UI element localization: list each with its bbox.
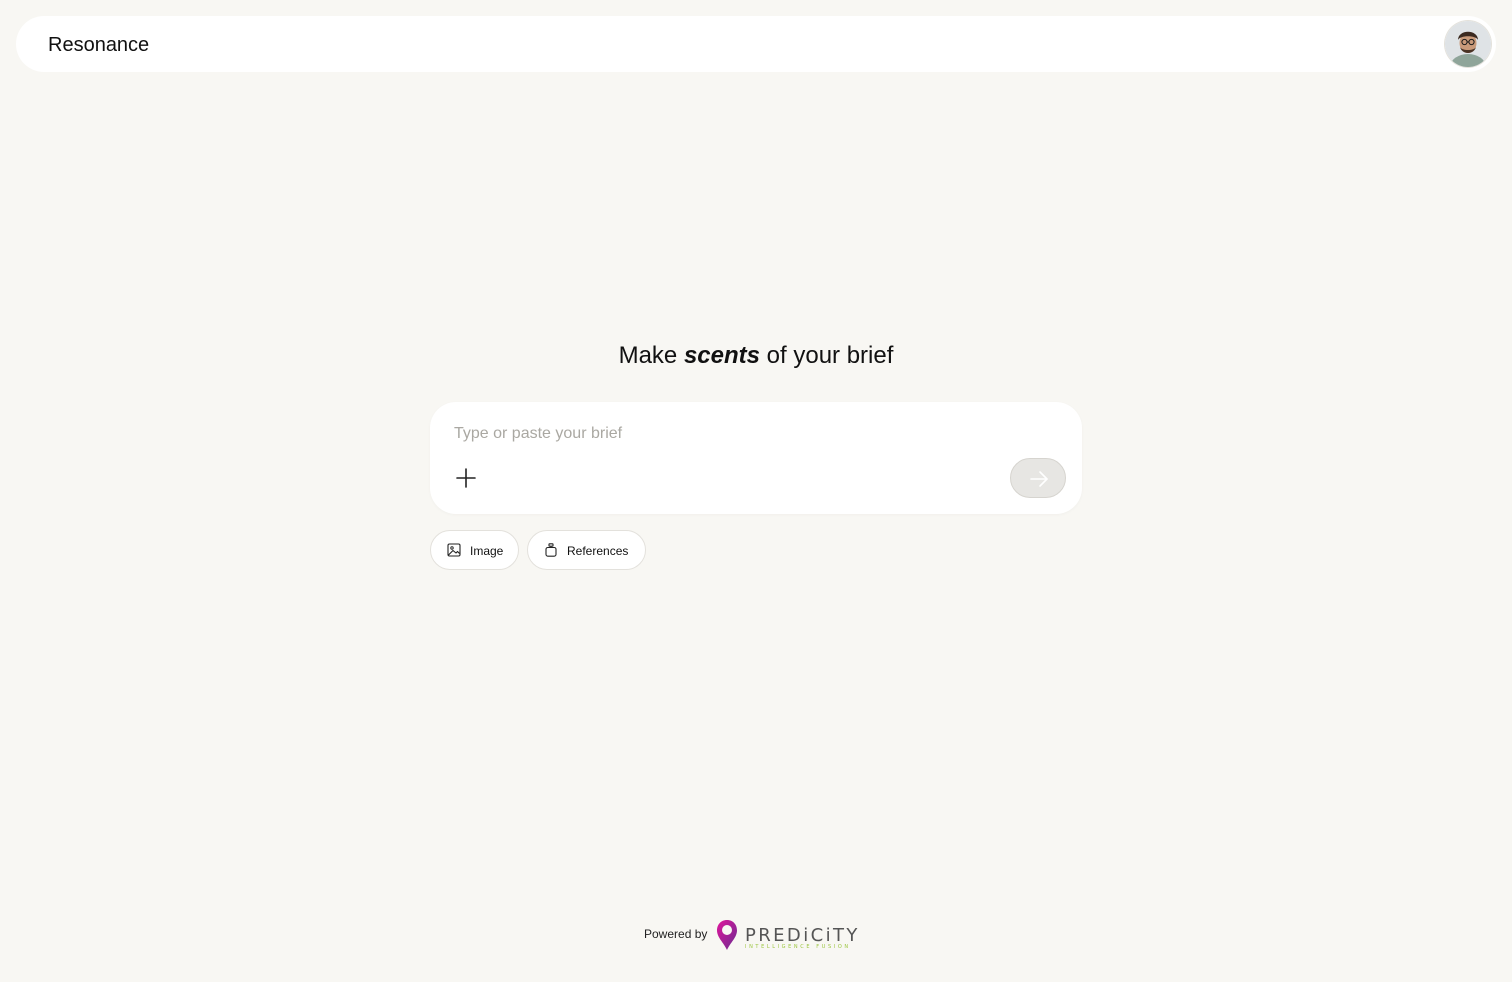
bottle-icon [545,543,557,557]
add-attachment-button[interactable] [454,466,478,490]
app-title: Resonance [48,34,150,56]
image-chip[interactable]: Image [430,530,519,570]
headline-emphasis: scents [683,342,760,369]
svg-text:INTELLIGENCE FUSION: INTELLIGENCE FUSION [745,944,851,950]
powered-by-label: Powered by [644,927,708,941]
image-icon [447,543,461,557]
headline-prefix: Make [618,342,678,369]
headline-suffix: of your brief [766,342,894,369]
top-bar: Resonance [16,16,1496,72]
powered-by-footer: Powered by PREDiCiTY INTELLIGENCE FUSION [644,918,874,952]
predicity-logo[interactable]: PREDiCiTY INTELLIGENCE FUSION [716,919,872,952]
svg-text:PREDiCiTY: PREDiCiTY [745,925,860,946]
brief-composer [430,402,1082,514]
arrow-right-icon [1030,471,1048,487]
avatar-image [1445,21,1491,67]
user-avatar[interactable] [1445,21,1491,67]
brief-input[interactable] [454,422,1014,446]
image-chip-label: Image [470,544,504,558]
references-chip[interactable]: References [527,530,646,570]
references-chip-label: References [567,544,629,558]
send-button[interactable] [1010,458,1066,498]
plus-icon [456,468,476,488]
page-headline: Make scents of your brief [0,340,1512,372]
